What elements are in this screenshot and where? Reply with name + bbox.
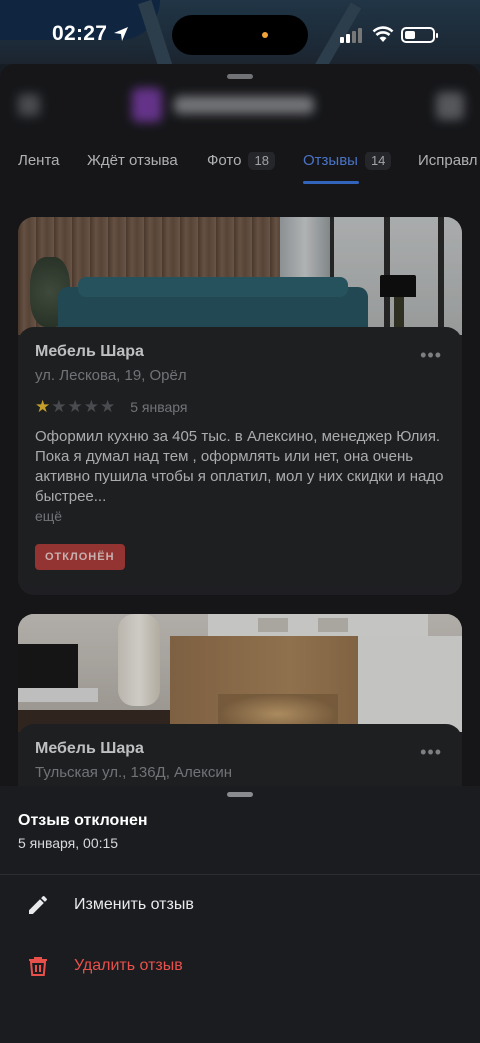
action-sheet-title: Отзыв отклонен (18, 812, 148, 829)
battery-icon (401, 27, 438, 43)
edit-review-label: Изменить отзыв (74, 896, 194, 913)
overlay-dim[interactable] (0, 64, 480, 786)
action-sheet-subtitle: 5 января, 00:15 (18, 835, 119, 851)
pencil-icon (29, 896, 47, 914)
status-time: 02:27 (52, 22, 108, 45)
location-arrow-icon (114, 27, 128, 41)
delete-review-label: Удалить отзыв (74, 957, 183, 974)
status-bar: 02:27 (0, 0, 480, 70)
edit-review-button[interactable]: Изменить отзыв (0, 875, 480, 935)
trash-icon (29, 957, 47, 976)
dynamic-island (172, 15, 308, 55)
action-sheet-grabber[interactable] (227, 792, 253, 797)
review-action-sheet: Отзыв отклонен 5 января, 00:15 Изменить … (0, 786, 480, 1043)
delete-review-button[interactable]: Удалить отзыв (0, 936, 480, 996)
signal-icon (340, 28, 362, 43)
wifi-icon (372, 26, 394, 42)
